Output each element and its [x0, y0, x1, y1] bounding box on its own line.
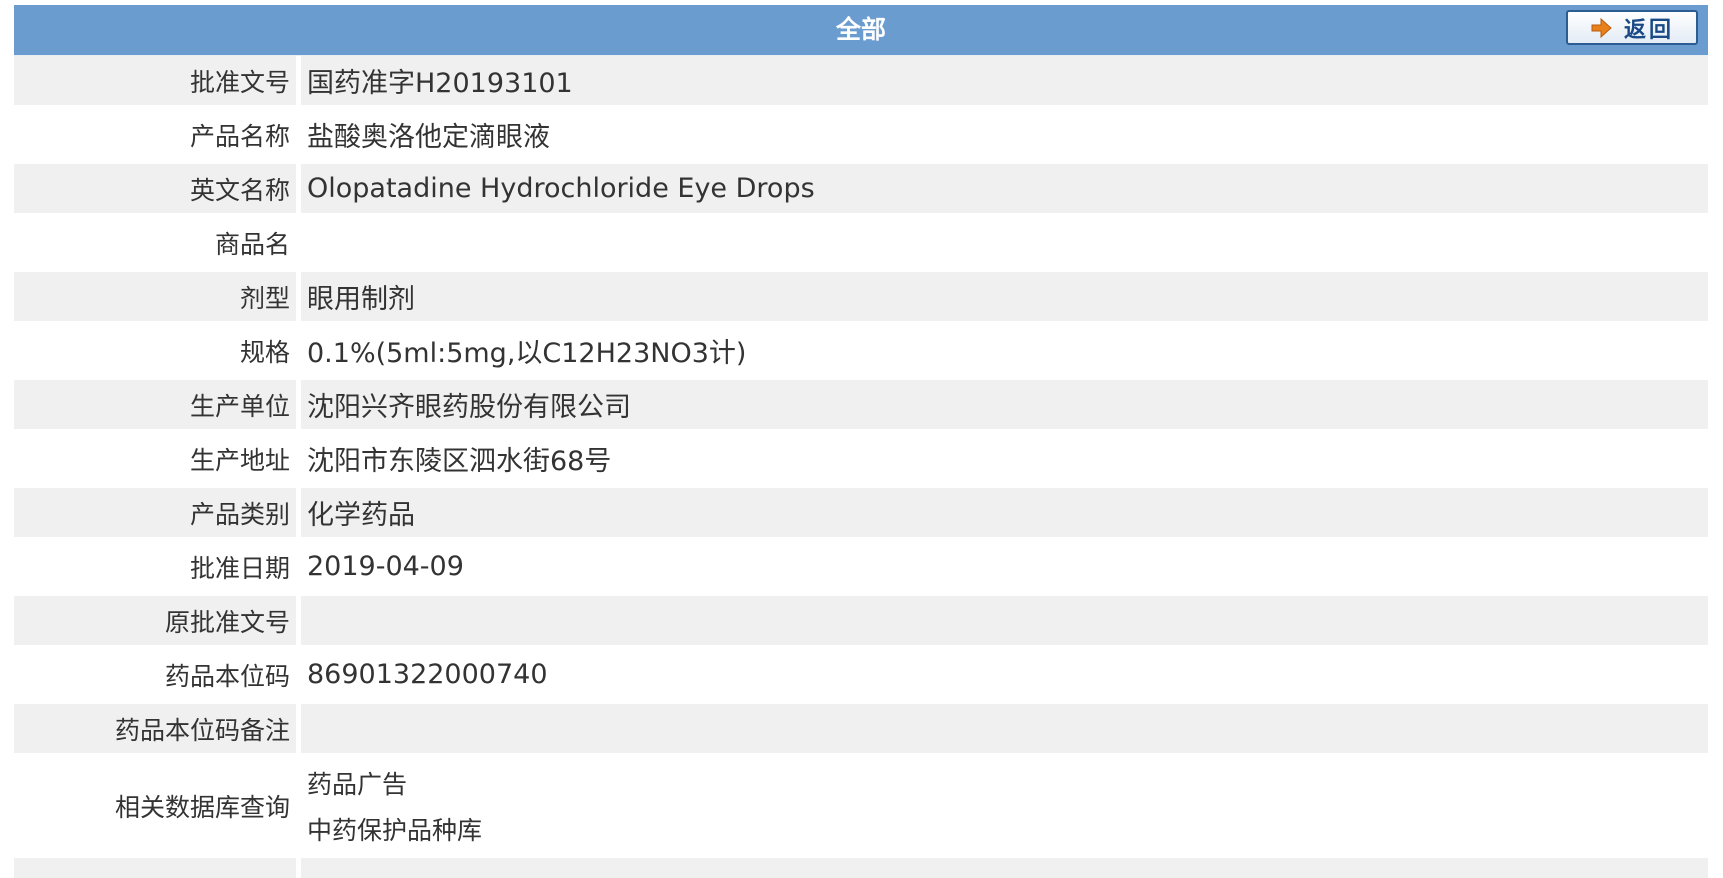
table-row: 产品类别 化学药品 — [14, 488, 1708, 542]
arrow-right-icon — [1591, 17, 1612, 38]
table-row: 商品名 — [14, 218, 1708, 272]
field-value: 0.1%(5ml:5mg,以C12H23NO3计) — [301, 326, 1708, 375]
link-drug-ads[interactable]: 药品广告 — [307, 765, 407, 801]
table-row: 生产地址 沈阳市东陵区泗水街68号 — [14, 434, 1708, 488]
field-label: 相关数据库查询 — [14, 758, 301, 853]
table-row — [14, 858, 1708, 878]
table-row: 产品名称 盐酸奥洛他定滴眼液 — [14, 110, 1708, 164]
detail-table: 全部 返回 批准文号 国药准字H20193101 产品名称 盐酸奥洛他定滴眼液 … — [14, 5, 1708, 878]
field-label: 规格 — [14, 326, 301, 375]
table-row: 英文名称 Olopatadine Hydrochloride Eye Drops — [14, 164, 1708, 218]
field-label: 商品名 — [14, 218, 301, 267]
field-value: 眼用制剂 — [301, 272, 1708, 321]
field-value: 化学药品 — [301, 488, 1708, 537]
field-label: 批准文号 — [14, 56, 301, 105]
field-value: 盐酸奥洛他定滴眼液 — [301, 110, 1708, 159]
field-label: 产品名称 — [14, 110, 301, 159]
related-links: 药品广告 中药保护品种库 — [301, 758, 1708, 853]
field-label: 药品本位码 — [14, 650, 301, 699]
field-value — [301, 704, 1708, 753]
field-label — [14, 858, 301, 878]
table-header: 全部 返回 — [14, 5, 1708, 56]
table-row: 批准文号 国药准字H20193101 — [14, 56, 1708, 110]
field-value: 86901322000740 — [301, 650, 1708, 699]
back-button-label: 返回 — [1623, 17, 1674, 43]
field-label: 原批准文号 — [14, 596, 301, 645]
table-row: 药品本位码备注 — [14, 704, 1708, 758]
field-value — [301, 596, 1708, 645]
field-value: Olopatadine Hydrochloride Eye Drops — [301, 164, 1708, 213]
field-label: 批准日期 — [14, 542, 301, 591]
table-row: 药品本位码 86901322000740 — [14, 650, 1708, 704]
back-button[interactable]: 返回 — [1566, 10, 1698, 45]
table-row: 生产单位 沈阳兴齐眼药股份有限公司 — [14, 380, 1708, 434]
header-title: 全部 — [835, 15, 886, 44]
field-label: 生产单位 — [14, 380, 301, 429]
field-label: 生产地址 — [14, 434, 301, 483]
field-value — [301, 218, 1708, 267]
table-row: 剂型 眼用制剂 — [14, 272, 1708, 326]
field-value: 沈阳市东陵区泗水街68号 — [301, 434, 1708, 483]
field-label: 药品本位码备注 — [14, 704, 301, 753]
table-row: 规格 0.1%(5ml:5mg,以C12H23NO3计) — [14, 326, 1708, 380]
related-db-row: 相关数据库查询 药品广告 中药保护品种库 — [14, 758, 1708, 858]
field-label: 英文名称 — [14, 164, 301, 213]
table-row: 原批准文号 — [14, 596, 1708, 650]
table-row: 批准日期 2019-04-09 — [14, 542, 1708, 596]
field-label: 产品类别 — [14, 488, 301, 537]
field-value: 2019-04-09 — [301, 542, 1708, 591]
link-tcm-protected-varieties[interactable]: 中药保护品种库 — [307, 811, 482, 847]
field-value: 国药准字H20193101 — [301, 56, 1708, 105]
field-value: 沈阳兴齐眼药股份有限公司 — [301, 380, 1708, 429]
field-value — [301, 858, 1708, 878]
field-label: 剂型 — [14, 272, 301, 321]
